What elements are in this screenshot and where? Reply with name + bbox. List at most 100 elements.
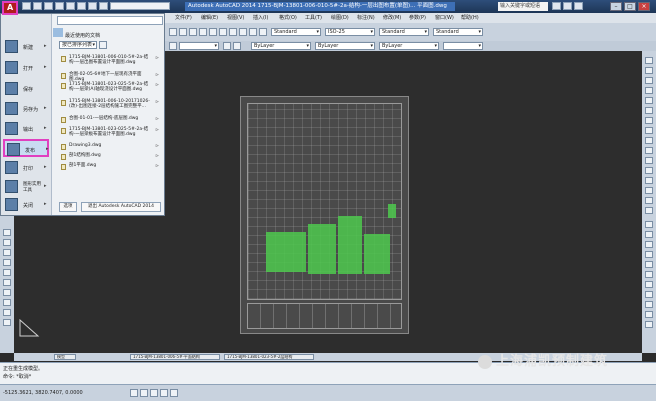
maximize-button[interactable]: □ (624, 2, 636, 11)
pin-icon[interactable]: ⊳ (155, 128, 159, 133)
snap-toggle-icon[interactable] (130, 389, 138, 397)
tool-icon[interactable] (209, 28, 217, 36)
tab-model[interactable]: 模型 (54, 354, 76, 360)
array-icon[interactable] (645, 97, 653, 104)
tool-icon[interactable] (239, 28, 247, 36)
tab-layout-1[interactable]: 1715-BJM-13801-006-5#-平面结构 (130, 354, 220, 360)
layer-icon[interactable] (233, 42, 241, 50)
explode-icon[interactable] (645, 207, 653, 214)
application-menu-button[interactable]: A (2, 1, 18, 15)
text-icon[interactable] (3, 319, 11, 326)
tool-icon[interactable] (189, 28, 197, 36)
snap-icon[interactable] (645, 311, 653, 318)
linetype-dropdown[interactable]: ByLayer (315, 42, 375, 50)
new-command[interactable]: 新建 ▸ (3, 38, 49, 56)
scale-icon[interactable] (645, 127, 653, 134)
save-icon[interactable] (44, 2, 53, 10)
menu-edit[interactable]: 编辑(E) (201, 14, 218, 22)
plotstyle-dropdown[interactable] (443, 42, 483, 50)
drawing-sheet[interactable] (240, 96, 409, 334)
ellipse-icon[interactable] (3, 299, 11, 306)
open-icon[interactable] (33, 2, 42, 10)
trim-icon[interactable] (645, 147, 653, 154)
snap-icon[interactable] (645, 281, 653, 288)
recent-document[interactable]: Drawing3.dwg ⊳ (59, 143, 163, 150)
close-command[interactable]: 关闭 ▸ (3, 196, 49, 214)
close-button[interactable]: × (638, 2, 650, 11)
workspace-icon[interactable] (99, 2, 108, 10)
recent-docs-icon[interactable] (53, 28, 63, 37)
circle-icon[interactable] (3, 279, 11, 286)
move-icon[interactable] (645, 107, 653, 114)
recent-document[interactable]: 1715-BJM-13801-006-010-5#-2a-结构-一层出图布置设计… (59, 55, 163, 67)
user-icon[interactable] (563, 2, 572, 10)
menu-file[interactable]: 文件(F) (175, 14, 192, 22)
tool-icon[interactable] (229, 28, 237, 36)
app-menu-search-input[interactable] (57, 16, 163, 25)
menu-window[interactable]: 窗口(W) (435, 14, 454, 22)
fillet-icon[interactable] (645, 197, 653, 204)
tool-icon[interactable] (179, 28, 187, 36)
recent-document[interactable]: 剖1结构图.dwg ⊳ (59, 153, 163, 160)
menu-modify[interactable]: 修改(M) (383, 14, 401, 22)
sort-dropdown[interactable]: 按已排序列表 (59, 41, 97, 49)
spline-icon[interactable] (3, 289, 11, 296)
redo-icon[interactable] (88, 2, 97, 10)
menu-format[interactable]: 格式(O) (279, 14, 297, 22)
recent-document[interactable]: 剖1平面.dwg ⊳ (59, 163, 163, 170)
snap-icon[interactable] (645, 291, 653, 298)
tool-icon[interactable] (259, 28, 267, 36)
copy-icon[interactable] (645, 67, 653, 74)
tool-icon[interactable] (169, 28, 177, 36)
menu-help[interactable]: 帮助(H) (461, 14, 479, 22)
polyline-icon[interactable] (3, 239, 11, 246)
options-button[interactable]: 选项 (59, 202, 77, 212)
saveas-icon[interactable] (55, 2, 64, 10)
grid-toggle-icon[interactable] (140, 389, 148, 397)
recent-document[interactable]: 1715-BJM-13801-006-10-20171026-(改)-出图连接-… (59, 99, 163, 111)
pin-icon[interactable]: ⊳ (155, 144, 159, 149)
snap-icon[interactable] (645, 251, 653, 258)
exit-button[interactable]: 退出 Autodesk AutoCAD 2014 (81, 202, 161, 212)
print-command[interactable]: 打印 ▸ (3, 159, 49, 177)
help-icon[interactable] (574, 2, 583, 10)
minimize-button[interactable]: – (610, 2, 622, 11)
mirror-icon[interactable] (645, 77, 653, 84)
multileader-style-dropdown[interactable]: Standard (433, 28, 483, 36)
tool-icon[interactable] (199, 28, 207, 36)
undo-icon[interactable] (77, 2, 86, 10)
menu-insert[interactable]: 插入(I) (253, 14, 268, 22)
export-command[interactable]: 输出 ▸ (3, 120, 49, 138)
save-as-command[interactable]: 另存为 ▸ (3, 100, 49, 118)
polygon-icon[interactable] (3, 249, 11, 256)
table-style-dropdown[interactable]: Standard (379, 28, 429, 36)
open-command[interactable]: 打开 ▸ (3, 59, 49, 77)
publish-command[interactable]: 发布 ▸ (3, 139, 49, 157)
snap-icon[interactable] (645, 301, 653, 308)
pin-icon[interactable]: ⊳ (155, 83, 159, 88)
lineweight-dropdown[interactable]: ByLayer (379, 42, 439, 50)
print-icon[interactable] (66, 2, 75, 10)
erase-icon[interactable] (645, 57, 653, 64)
pin-icon[interactable]: ⊳ (155, 56, 159, 61)
save-command[interactable]: 保存 (3, 80, 49, 98)
recent-document[interactable]: 1715-BJM-13801-023-025-5#-2a-结构-一层梁板布置设计… (59, 127, 163, 139)
pin-icon[interactable]: ⊳ (155, 73, 159, 78)
tool-icon[interactable] (249, 28, 257, 36)
drawing-utilities-command[interactable]: 图形实用工具 ▸ (3, 178, 49, 196)
chamfer-icon[interactable] (645, 187, 653, 194)
snap-icon[interactable] (645, 321, 653, 328)
dim-style-dropdown[interactable]: ISO-25 (325, 28, 375, 36)
snap-icon[interactable] (645, 241, 653, 248)
line-icon[interactable] (3, 229, 11, 236)
text-style-dropdown[interactable]: Standard (271, 28, 321, 36)
layer-icon[interactable] (223, 42, 231, 50)
snap-icon[interactable] (645, 231, 653, 238)
polar-toggle-icon[interactable] (160, 389, 168, 397)
menu-tools[interactable]: 工具(T) (305, 14, 322, 22)
recent-document[interactable]: 合图-02-05-6#地下一层现有浇平面图.dwg ⊳ (59, 72, 163, 82)
snap-icon[interactable] (645, 221, 653, 228)
ortho-toggle-icon[interactable] (150, 389, 158, 397)
osnap-toggle-icon[interactable] (170, 389, 178, 397)
snap-icon[interactable] (645, 271, 653, 278)
